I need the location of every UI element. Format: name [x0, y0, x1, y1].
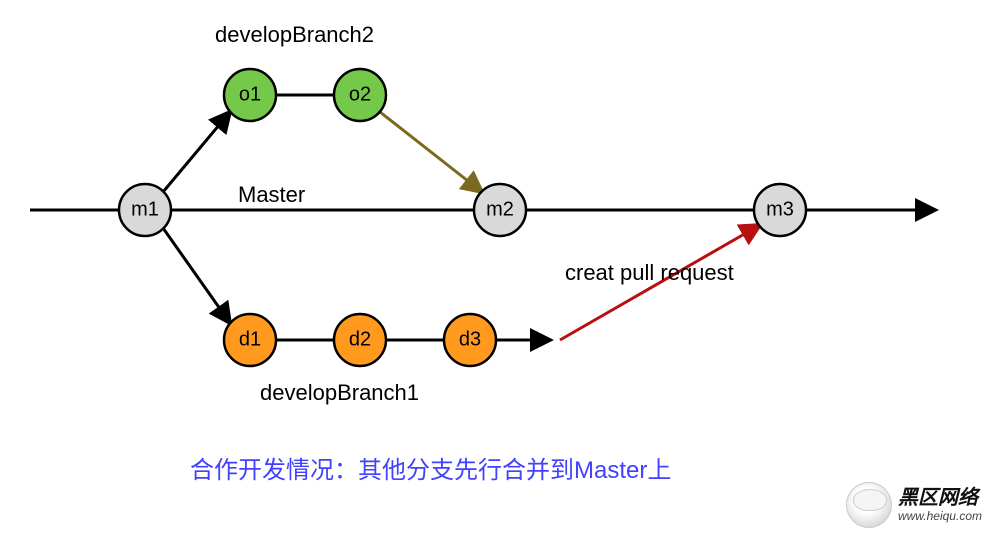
node-m3 [754, 184, 806, 236]
watermark-main: 黑区网络 [898, 488, 982, 508]
node-d1 [224, 314, 276, 366]
edge-m1-o1 [163, 112, 230, 192]
node-m1 [119, 184, 171, 236]
branch1-label: developBranch1 [260, 380, 419, 406]
watermark-sub: www.heiqu.com [898, 510, 982, 522]
edge-m1-d1 [163, 228, 230, 323]
branch2-label: developBranch2 [215, 22, 374, 48]
diagram-caption: 合作开发情况：其他分支先行合并到Master上 [190, 450, 671, 485]
pull-request-label: creat pull request [565, 260, 734, 286]
node-d3 [444, 314, 496, 366]
master-label: Master [238, 182, 305, 208]
node-o1 [224, 69, 276, 121]
node-m2 [474, 184, 526, 236]
node-o2 [334, 69, 386, 121]
node-d2 [334, 314, 386, 366]
edge-o2-m2 [380, 112, 482, 192]
watermark: 黑区网络 www.heiqu.com [846, 482, 982, 528]
mushroom-icon [846, 482, 892, 528]
